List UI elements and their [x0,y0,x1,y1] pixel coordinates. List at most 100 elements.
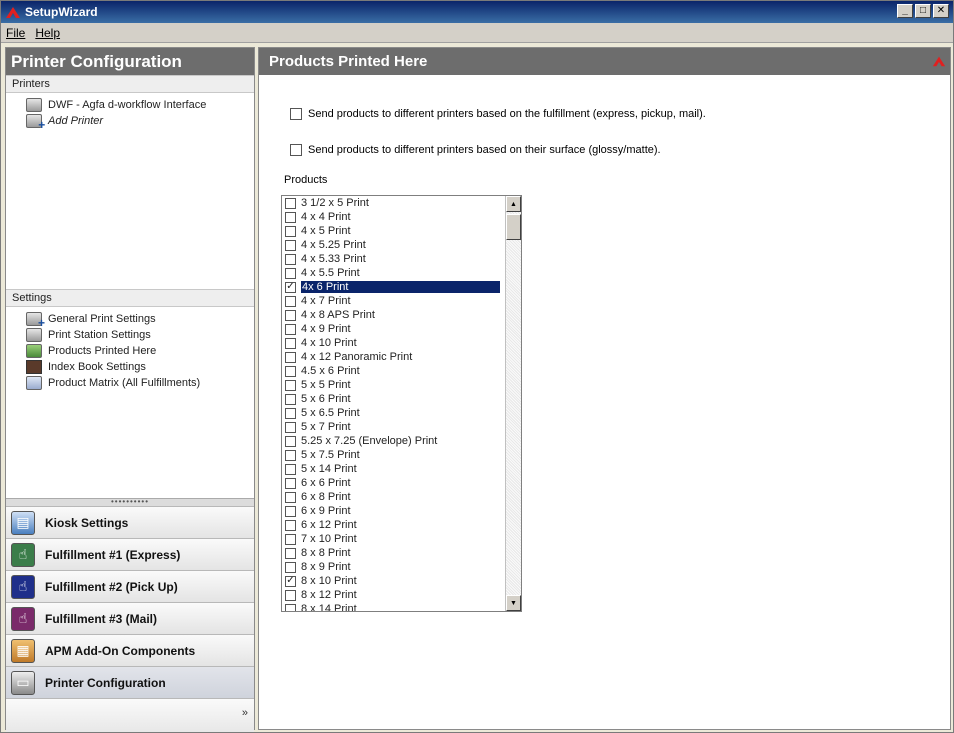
product-row[interactable]: 4.5 x 6 Print [282,364,506,378]
settings-item-products-printed[interactable]: Products Printed Here [26,343,254,359]
product-label: 8 x 9 Print [301,561,351,573]
product-checkbox[interactable] [285,505,296,517]
product-checkbox[interactable] [285,533,296,545]
product-row[interactable]: 5 x 6 Print [282,392,506,406]
product-checkbox[interactable] [285,225,296,237]
product-checkbox[interactable] [285,239,296,251]
minimize-button[interactable]: _ [897,4,913,18]
product-checkbox[interactable]: ✓ [285,281,296,293]
product-checkbox[interactable] [285,547,296,559]
product-checkbox[interactable] [285,351,296,363]
option-fulfillment[interactable]: Send products to different printers base… [290,108,706,120]
scroll-thumb[interactable] [506,214,521,240]
product-row[interactable]: 4 x 5 Print [282,224,506,238]
splitter-grip[interactable]: •••••••••• [6,498,254,506]
settings-item-product-matrix[interactable]: Product Matrix (All Fulfillments) [26,375,254,391]
menu-help[interactable]: Help [30,26,65,40]
fulfillment-checkbox[interactable] [290,108,302,120]
surface-checkbox[interactable] [290,144,302,156]
nav-fulfillment-2[interactable]: ☝ Fulfillment #2 (Pick Up) [6,570,254,602]
nav-apm-add-on[interactable]: ▦ APM Add-On Components [6,634,254,666]
product-row[interactable]: 4 x 10 Print [282,336,506,350]
printer-item-label: DWF - Agfa d-workflow Interface [48,99,207,111]
right-panel: Products Printed Here Send products to d… [258,47,951,730]
product-checkbox[interactable] [285,603,296,611]
nav-kiosk-settings[interactable]: ▤ Kiosk Settings [6,506,254,538]
product-row[interactable]: 6 x 6 Print [282,476,506,490]
product-row[interactable]: 4 x 4 Print [282,210,506,224]
product-checkbox[interactable] [285,435,296,447]
product-row[interactable]: 6 x 9 Print [282,504,506,518]
product-checkbox[interactable] [285,309,296,321]
product-row[interactable]: 5 x 7 Print [282,420,506,434]
product-checkbox[interactable] [285,323,296,335]
product-checkbox[interactable] [285,463,296,475]
product-row[interactable]: 4 x 9 Print [282,322,506,336]
product-checkbox[interactable] [285,379,296,391]
product-checkbox[interactable] [285,295,296,307]
menu-file[interactable]: File [1,26,30,40]
settings-item-print-station[interactable]: Print Station Settings [26,327,254,343]
settings-item-index-book[interactable]: Index Book Settings [26,359,254,375]
product-checkbox[interactable] [285,421,296,433]
product-row[interactable]: 4 x 12 Panoramic Print [282,350,506,364]
product-checkbox[interactable] [285,561,296,573]
chevron-expand-icon[interactable]: » [242,707,248,719]
nav-printer-configuration[interactable]: ▭ Printer Configuration [6,666,254,698]
product-checkbox[interactable] [285,197,296,209]
product-row[interactable]: 5 x 14 Print [282,462,506,476]
nav-fulfillment-3[interactable]: ☝ Fulfillment #3 (Mail) [6,602,254,634]
product-row[interactable]: 7 x 10 Print [282,532,506,546]
products-icon [26,344,42,358]
product-checkbox[interactable] [285,393,296,405]
products-scrollbar[interactable]: ▲ ▼ [505,196,521,611]
product-row[interactable]: 3 1/2 x 5 Print [282,196,506,210]
product-row[interactable]: 5.25 x 7.25 (Envelope) Print [282,434,506,448]
product-checkbox[interactable] [285,491,296,503]
product-checkbox[interactable] [285,253,296,265]
product-checkbox[interactable] [285,449,296,461]
option-surface[interactable]: Send products to different printers base… [290,144,661,156]
products-listbox[interactable]: 3 1/2 x 5 Print 4 x 4 Print 4 x 5 Print 4 x… [281,195,522,612]
product-row[interactable]: 5 x 7.5 Print [282,448,506,462]
maximize-button[interactable]: □ [915,4,931,18]
product-checkbox[interactable] [285,589,296,601]
product-row[interactable]: 8 x 14 Print [282,602,506,611]
product-row[interactable]: 6 x 12 Print [282,518,506,532]
product-checkbox[interactable] [285,267,296,279]
product-label: 5 x 7.5 Print [301,449,360,461]
product-checkbox[interactable] [285,365,296,377]
hand-pointer-icon: ☝ [11,542,35,567]
scroll-down-button[interactable]: ▼ [506,595,521,611]
product-checkbox[interactable] [285,337,296,349]
product-label: 6 x 9 Print [301,505,351,517]
product-label: 5 x 7 Print [301,421,351,433]
printer-item-dwf[interactable]: DWF - Agfa d-workflow Interface [26,97,254,113]
add-printer-item[interactable]: Add Printer [26,113,254,132]
product-row[interactable]: 8 x 12 Print [282,588,506,602]
product-checkbox[interactable]: ✓ [285,575,296,587]
product-row[interactable]: ✓ 4x 6 Print [282,280,506,294]
settings-item-general-print[interactable]: General Print Settings [26,311,254,330]
product-checkbox[interactable] [285,407,296,419]
product-row[interactable]: ✓ 8 x 10 Print [282,574,506,588]
nav-fulfillment-1[interactable]: ☝ Fulfillment #1 (Express) [6,538,254,570]
product-label: 4 x 9 Print [301,323,351,335]
product-row[interactable]: 4 x 5.25 Print [282,238,506,252]
product-row[interactable]: 4 x 8 APS Print [282,308,506,322]
title-bar[interactable]: SetupWizard _ □ ✕ [1,1,953,23]
scroll-up-button[interactable]: ▲ [506,196,521,212]
close-button[interactable]: ✕ [933,4,949,18]
product-row[interactable]: 6 x 8 Print [282,490,506,504]
product-row[interactable]: 5 x 6.5 Print [282,406,506,420]
index-book-icon [26,360,42,374]
product-row[interactable]: 8 x 9 Print [282,560,506,574]
product-row[interactable]: 4 x 7 Print [282,294,506,308]
product-row[interactable]: 4 x 5.5 Print [282,266,506,280]
product-row[interactable]: 8 x 8 Print [282,546,506,560]
product-checkbox[interactable] [285,211,296,223]
product-checkbox[interactable] [285,477,296,489]
product-row[interactable]: 5 x 5 Print [282,378,506,392]
product-row[interactable]: 4 x 5.33 Print [282,252,506,266]
product-checkbox[interactable] [285,519,296,531]
